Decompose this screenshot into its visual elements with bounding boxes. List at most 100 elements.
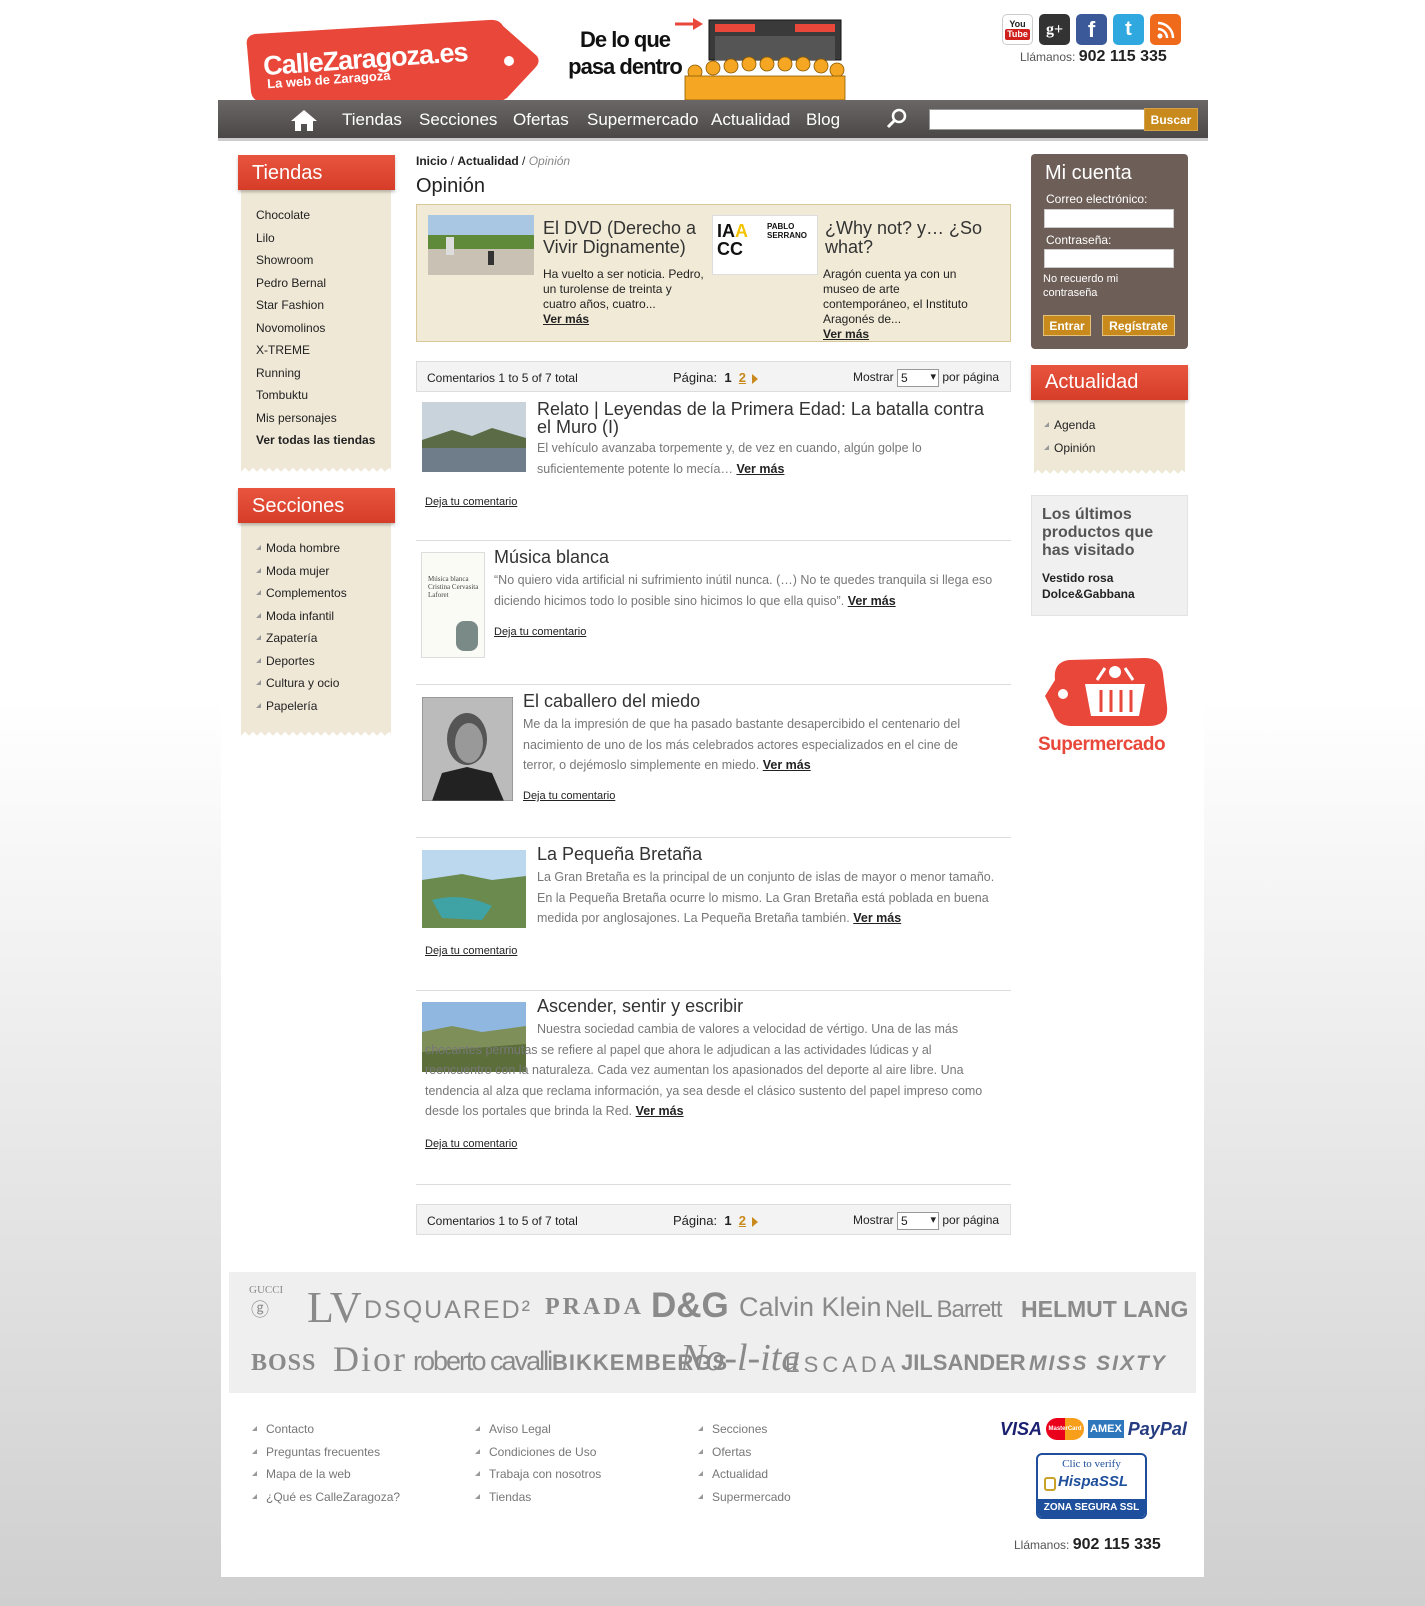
footer-link[interactable]: Trabaja con nosotros <box>475 1467 601 1490</box>
tienda-link[interactable]: Chocolate <box>256 208 375 231</box>
nav-tiendas[interactable]: Tiendas <box>342 110 402 130</box>
comment-link[interactable]: Deja tu comentario <box>425 945 517 957</box>
rss-icon[interactable] <box>1150 14 1181 45</box>
comment-link[interactable]: Deja tu comentario <box>425 496 517 508</box>
featured-more-link[interactable]: Ver más <box>543 312 589 326</box>
footer-link[interactable]: Contacto <box>252 1422 400 1445</box>
brand-logo[interactable]: HELMUT LANG <box>1021 1296 1188 1323</box>
forgot-password-link[interactable]: No recuerdo mi contraseña <box>1043 272 1153 300</box>
brand-logo[interactable]: MISS SIXTY <box>1029 1352 1167 1376</box>
tienda-link[interactable]: Star Fashion <box>256 298 375 321</box>
register-button[interactable]: Regístrate <box>1102 315 1175 336</box>
tienda-link[interactable]: Showroom <box>256 253 375 276</box>
brand-logo[interactable]: NeIL Barrett <box>885 1296 1002 1324</box>
article-title[interactable]: La Pequeña Bretaña <box>537 845 997 863</box>
email-field[interactable] <box>1044 209 1174 228</box>
brand-logo[interactable]: ESCADA <box>785 1352 899 1378</box>
footer-link[interactable]: Secciones <box>698 1422 791 1445</box>
seccion-link[interactable]: Deportes <box>256 654 347 677</box>
brand-logo[interactable]: DSQUARED² <box>364 1296 532 1325</box>
seccion-link[interactable]: Moda hombre <box>256 541 347 564</box>
recent-product-link[interactable]: Vestido rosa Dolce&Gabbana <box>1042 570 1162 602</box>
page-link-2[interactable]: 2 <box>739 370 746 385</box>
brand-logo[interactable]: roberto cavalli <box>413 1346 553 1377</box>
seccion-link[interactable]: Complementos <box>256 586 347 609</box>
footer-link[interactable]: Condiciones de Uso <box>475 1445 601 1468</box>
brand-logo[interactable]: No-l-ita <box>680 1336 800 1380</box>
tienda-link[interactable]: X-TREME <box>256 343 375 366</box>
tienda-link[interactable]: Tombuktu <box>256 388 375 411</box>
article-title[interactable]: Relato | Leyendas de la Primera Edad: La… <box>537 400 997 436</box>
comment-link[interactable]: Deja tu comentario <box>425 1138 517 1150</box>
search-button[interactable]: Buscar <box>1144 108 1198 131</box>
password-field[interactable] <box>1044 249 1174 268</box>
per-page-select[interactable]: 5 <box>897 369 940 387</box>
featured-title[interactable]: El DVD (Derecho a Vivir Dignamente) <box>543 219 713 257</box>
featured-title[interactable]: ¿Why not? y… ¿So what? <box>825 219 995 257</box>
article-title[interactable]: Música blanca <box>494 548 994 566</box>
brand-logo[interactable]: Calvin Klein <box>739 1292 882 1323</box>
footer-link[interactable]: Ofertas <box>698 1445 791 1468</box>
article-title[interactable]: Ascender, sentir y escribir <box>537 997 997 1015</box>
featured-more-link[interactable]: Ver más <box>823 327 869 341</box>
tienda-link[interactable]: Running <box>256 366 375 389</box>
facebook-icon[interactable]: f <box>1076 14 1107 45</box>
brand-logo[interactable]: BOSS <box>251 1350 316 1377</box>
brand-logo[interactable]: JILSANDER <box>901 1350 1026 1376</box>
brand-logo[interactable]: D&G <box>651 1286 729 1326</box>
brand-logo[interactable]: Dior <box>333 1338 407 1380</box>
brand-logo[interactable]: PRADA <box>545 1294 644 1321</box>
nav-blog[interactable]: Blog <box>806 110 840 130</box>
nav-actualidad[interactable]: Actualidad <box>711 110 790 130</box>
tienda-link[interactable]: Mis personajes <box>256 411 375 434</box>
nav-ofertas[interactable]: Ofertas <box>513 110 569 130</box>
search-icon[interactable] <box>886 108 908 133</box>
all-tiendas-link[interactable]: Ver todas las tiendas <box>256 433 375 456</box>
footer-link[interactable]: Actualidad <box>698 1467 791 1490</box>
seccion-link[interactable]: Cultura y ocio <box>256 676 347 699</box>
login-button[interactable]: Entrar <box>1043 315 1091 336</box>
nav-secciones[interactable]: Secciones <box>419 110 497 130</box>
home-icon[interactable] <box>290 108 318 135</box>
seccion-link[interactable]: Zapatería <box>256 631 347 654</box>
article-more-link[interactable]: Ver más <box>763 758 811 772</box>
footer-link[interactable]: Supermercado <box>698 1490 791 1513</box>
ssl-seal[interactable]: Clic to verify HispaSSL ZONA SEGURA SSL <box>1036 1453 1147 1519</box>
comment-link[interactable]: Deja tu comentario <box>523 790 615 802</box>
article-more-link[interactable]: Ver más <box>636 1104 684 1118</box>
social-links: You Tube g+ f t <box>1002 14 1181 45</box>
breadcrumb-section[interactable]: Actualidad <box>457 154 518 168</box>
search-input[interactable] <box>929 109 1154 130</box>
actualidad-link[interactable]: Agenda <box>1044 418 1095 441</box>
footer-link[interactable]: Preguntas frecuentes <box>252 1445 400 1468</box>
footer-link[interactable]: Tiendas <box>475 1490 601 1513</box>
breadcrumb-home[interactable]: Inicio <box>416 154 447 168</box>
twitter-icon[interactable]: t <box>1113 14 1144 45</box>
comment-link[interactable]: Deja tu comentario <box>494 626 586 638</box>
tienda-link[interactable]: Pedro Bernal <box>256 276 375 299</box>
site-logo[interactable]: CalleZaragoza.es La web de Zaragoza <box>241 16 541 102</box>
brand-logo[interactable]: LV <box>307 1282 362 1333</box>
per-page-select[interactable]: 5 <box>897 1212 940 1230</box>
article-more-link[interactable]: Ver más <box>853 911 901 925</box>
youtube-icon[interactable]: You Tube <box>1002 14 1033 45</box>
brand-logo[interactable]: GUCCI <box>249 1284 283 1296</box>
nav-supermercado[interactable]: Supermercado <box>587 110 699 130</box>
actualidad-link[interactable]: Opinión <box>1044 441 1095 464</box>
tienda-link[interactable]: Novomolinos <box>256 321 375 344</box>
next-page-icon[interactable] <box>752 373 759 384</box>
footer-link[interactable]: Mapa de la web <box>252 1467 400 1490</box>
seccion-link[interactable]: Moda mujer <box>256 564 347 587</box>
next-page-icon[interactable] <box>752 1216 759 1227</box>
page-link-2[interactable]: 2 <box>739 1213 746 1228</box>
footer-link[interactable]: Aviso Legal <box>475 1422 601 1445</box>
supermarket-banner[interactable]: Supermercado <box>1035 650 1185 760</box>
seccion-link[interactable]: Papelería <box>256 699 347 722</box>
googleplus-icon[interactable]: g+ <box>1039 14 1070 45</box>
tienda-link[interactable]: Lilo <box>256 231 375 254</box>
article-more-link[interactable]: Ver más <box>736 462 784 476</box>
footer-link[interactable]: ¿Qué es CalleZaragoza? <box>252 1490 400 1513</box>
seccion-link[interactable]: Moda infantil <box>256 609 347 632</box>
article-title[interactable]: El caballero del miedo <box>523 692 993 710</box>
article-more-link[interactable]: Ver más <box>848 594 896 608</box>
